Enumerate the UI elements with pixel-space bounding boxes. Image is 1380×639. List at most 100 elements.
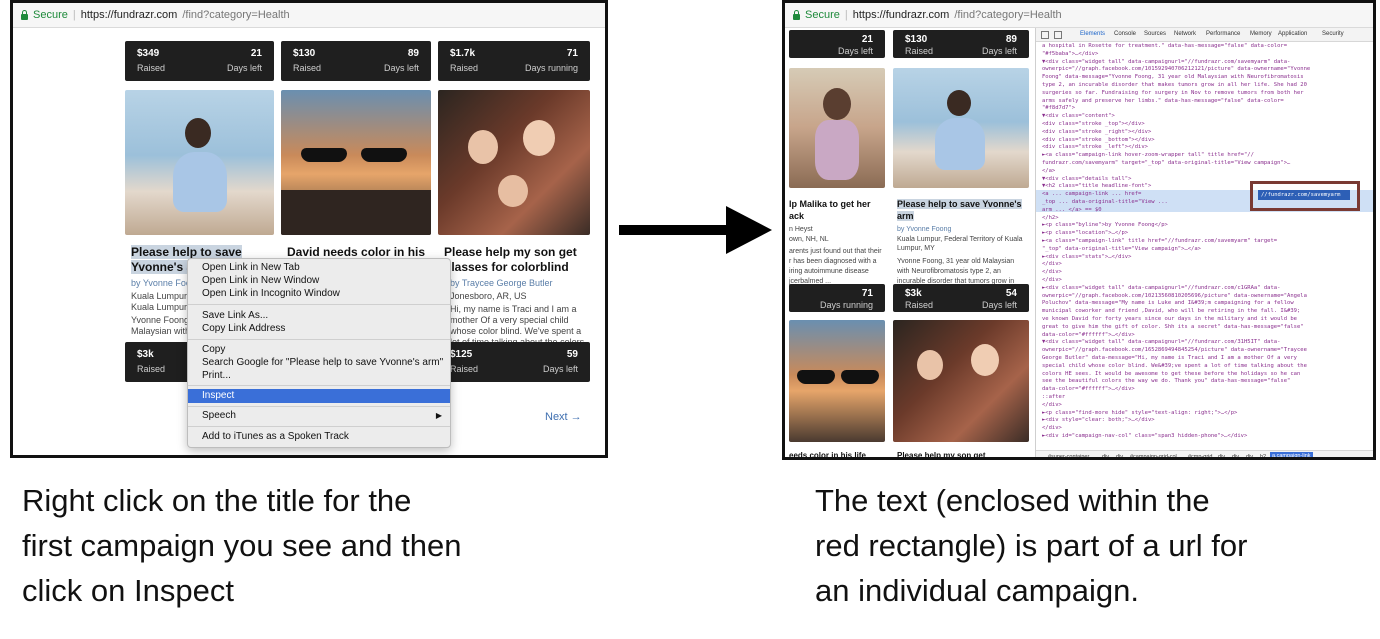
campaign-photo-sunset[interactable] <box>789 320 885 442</box>
tab-memory[interactable]: Memory <box>1250 31 1272 37</box>
device-toolbar-icon[interactable] <box>1054 31 1062 39</box>
dom-line[interactable]: ::after <box>1036 394 1373 402</box>
campaign-photo-dancer[interactable] <box>125 90 274 235</box>
dom-line[interactable]: special child whose color blind. We&#39;… <box>1036 363 1373 371</box>
menu-item-open-incognito[interactable]: Open Link in Incognito Window <box>202 288 340 299</box>
menu-item-save-link-as[interactable]: Save Link As... <box>202 310 268 321</box>
menu-item-add-to-itunes[interactable]: Add to iTunes as a Spoken Track <box>202 431 349 442</box>
dom-line[interactable]: </div> <box>1036 402 1373 410</box>
dom-line[interactable]: </a> <box>1036 168 1373 176</box>
secure-label: Secure <box>805 9 840 21</box>
dom-line[interactable]: George Butler" data-message="Hi, my name… <box>1036 355 1373 363</box>
dom-line[interactable]: ►<div id="campaign-nav-col" class="span3… <box>1036 433 1373 441</box>
dom-line[interactable]: surgeries so far. Fundraising for surger… <box>1036 90 1373 98</box>
menu-item-copy-link-address[interactable]: Copy Link Address <box>202 323 285 334</box>
dom-line[interactable]: <div class="stroke _top"></div> <box>1036 121 1373 129</box>
dom-line[interactable]: ownerpic="//graph.facebook.com/165286949… <box>1036 347 1373 355</box>
dom-line[interactable]: "#f8d7d7"> <box>1036 105 1373 113</box>
days-count: 89 <box>407 48 419 59</box>
dom-line[interactable]: data-color="#ffffff">…</div> <box>1036 386 1373 394</box>
dom-line[interactable]: ▼<div class="widget tall" data-campaignu… <box>1036 339 1373 347</box>
dom-line[interactable]: "_top" data-original-title="View campaig… <box>1036 246 1373 254</box>
card-title-colorblind[interactable]: Please help my son get <box>897 448 1029 457</box>
dom-line[interactable]: ▼<div class="widget tall" data-campaignu… <box>1036 59 1373 67</box>
tab-network[interactable]: Network <box>1174 31 1196 37</box>
card-title-colorblind[interactable]: Please help my son get glasses for color… <box>444 245 589 275</box>
menu-item-copy[interactable]: Copy <box>202 344 225 355</box>
tab-sources[interactable]: Sources <box>1144 31 1166 37</box>
menu-item-open-new-tab[interactable]: Open Link in New Tab <box>202 262 300 273</box>
dom-line[interactable]: Poluchov" data-message="My name is Luke … <box>1036 300 1373 308</box>
menu-item-open-new-window[interactable]: Open Link in New Window <box>202 275 319 286</box>
menu-item-search-google[interactable]: Search Google for "Please help to save Y… <box>202 357 443 368</box>
raised-label: Raised <box>293 63 322 73</box>
dom-line[interactable]: </div> <box>1036 261 1373 269</box>
element-picker-icon[interactable] <box>1041 31 1049 39</box>
campaign-photo-family[interactable] <box>893 320 1029 442</box>
crumb[interactable]: div <box>1102 454 1109 457</box>
dom-line[interactable]: ▼<div class="content"> <box>1036 113 1373 121</box>
address-bar[interactable]: Secure | https://fundrazr.com/find?categ… <box>13 3 605 28</box>
tab-console[interactable]: Console <box>1114 31 1136 37</box>
dom-line[interactable]: </div> <box>1036 277 1373 285</box>
next-page-link[interactable]: Next → <box>545 411 582 423</box>
dom-line[interactable]: ►<p class="byline">by Yvonne Foong</p> <box>1036 222 1373 230</box>
crumb[interactable]: #super-container <box>1048 454 1089 457</box>
stat-bar: $130 Raised 89 Days left <box>281 41 431 81</box>
dom-line[interactable]: ►<div class="widget tall" data-campaignu… <box>1036 285 1373 293</box>
crumb[interactable]: h2 <box>1260 454 1266 457</box>
dom-line[interactable]: ►<div class="stats">…</div> <box>1036 254 1373 262</box>
card-title-malika[interactable]: lp Malika to get her ack <box>789 198 885 222</box>
dom-line[interactable]: ►<div style="clear: both;">…</div> <box>1036 417 1373 425</box>
crumb[interactable]: div <box>1218 454 1225 457</box>
crumb[interactable]: #campaign-grid-col <box>1130 454 1177 457</box>
crumb-selected[interactable]: a.campaign-link <box>1270 452 1313 457</box>
dom-line[interactable]: data-color="#ffffff">…</div> <box>1036 332 1373 340</box>
dom-line[interactable]: "#f5baba">…</div> <box>1036 51 1373 59</box>
dom-line[interactable]: Foong" data-message="Yvonne Foong, 31 ye… <box>1036 74 1373 82</box>
dom-line[interactable]: type 2, an incurable disorder that makes… <box>1036 82 1373 90</box>
dom-line[interactable]: <div class="stroke _left"></div> <box>1036 144 1373 152</box>
dom-line[interactable]: ownerpic="//graph.facebook.com/101592940… <box>1036 66 1373 74</box>
dom-line[interactable]: </h2> <box>1036 215 1373 223</box>
menu-item-speech[interactable]: Speech <box>202 410 236 421</box>
tab-elements[interactable]: Elements <box>1080 31 1105 37</box>
address-bar[interactable]: Secure | https://fundrazr.com/find?categ… <box>785 3 1373 28</box>
dom-line[interactable]: <div class="stroke _bottom"></div> <box>1036 137 1373 145</box>
campaign-photo-child[interactable] <box>789 68 885 188</box>
menu-item-print[interactable]: Print... <box>202 370 231 381</box>
crumb[interactable]: div <box>1246 454 1253 457</box>
campaign-photo-sunset[interactable] <box>281 90 431 235</box>
tab-security[interactable]: Security <box>1322 31 1344 37</box>
campaign-photo-dancer[interactable] <box>893 68 1029 188</box>
dom-line[interactable]: arms safely and preserve her limbs." dat… <box>1036 98 1373 106</box>
crumb[interactable]: div <box>1232 454 1239 457</box>
dom-line[interactable]: ve known David for forty years since our… <box>1036 316 1373 324</box>
card-location: own, NH, NL <box>789 236 829 243</box>
menu-item-inspect[interactable]: Inspect <box>202 390 234 401</box>
dom-line[interactable]: ownerpic="//graph.facebook.com/102135608… <box>1036 293 1373 301</box>
dom-line[interactable]: </div> <box>1036 269 1373 277</box>
dom-line[interactable]: ►<p class="find-more hide" style="text-a… <box>1036 410 1373 418</box>
raised-label: Raised <box>137 364 166 374</box>
tab-application[interactable]: Application <box>1278 31 1307 37</box>
campaign-photo-family[interactable] <box>438 90 590 235</box>
dom-line[interactable]: colors HE sees. It would be awesome to g… <box>1036 371 1373 379</box>
crumb[interactable]: div <box>1116 454 1123 457</box>
dom-line[interactable]: great to give him the gift of color. Shh… <box>1036 324 1373 332</box>
card-title-david[interactable]: eeds color in his life <box>789 448 885 457</box>
dom-line[interactable]: ►<a class="campaign-link hover-zoom-wrap… <box>1036 152 1373 160</box>
dom-line[interactable]: see the beautiful colors the way we do. … <box>1036 378 1373 386</box>
dom-line[interactable]: </div> <box>1036 425 1373 433</box>
tab-performance[interactable]: Performance <box>1206 31 1240 37</box>
dom-line[interactable]: <div class="stroke _right"></div> <box>1036 129 1373 137</box>
card-title-yvonne[interactable]: Please help to save Yvonne's arm <box>897 198 1029 222</box>
dom-line[interactable]: ►<a class="campaign-link" title href="//… <box>1036 238 1373 246</box>
dom-line[interactable]: ►<p class="location">…</p> <box>1036 230 1373 238</box>
raised-amount: $349 <box>137 48 160 59</box>
dom-line[interactable]: municipal coworker and friend ,David, wh… <box>1036 308 1373 316</box>
dom-line[interactable]: a hospital in Rosette for treatment." da… <box>1036 43 1373 51</box>
dom-line[interactable]: fundrazr.com/savemyarm" target="_top" da… <box>1036 160 1373 168</box>
crumb[interactable]: #cmp-grid <box>1188 454 1212 457</box>
days-label: Days running <box>524 63 578 73</box>
